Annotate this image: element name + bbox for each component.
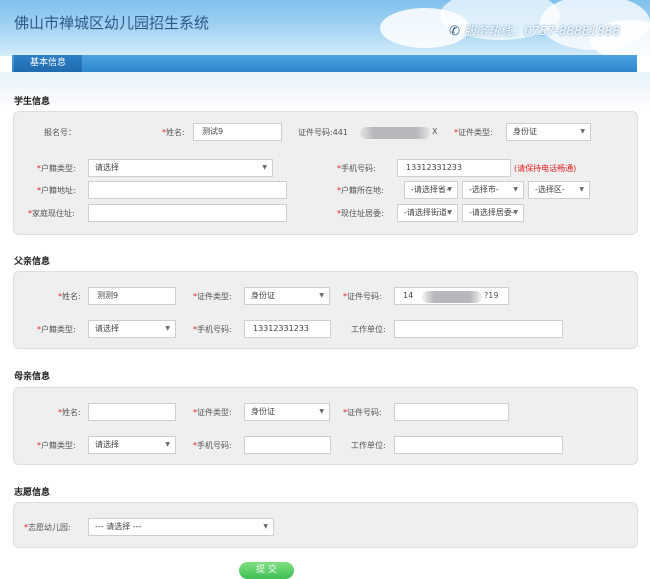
father-id-type-select[interactable]: 身份证 ▼ [244, 287, 330, 305]
hotline: ✆ 服务热线：0757-88881888 [449, 22, 620, 39]
student-phone-label: *手机号码: [337, 164, 376, 173]
mother-employer-input[interactable] [394, 436, 563, 454]
mother-name-input[interactable] [88, 403, 176, 421]
student-hukou-type-label: *户籍类型: [37, 164, 76, 173]
chevron-down-icon: ▼ [513, 209, 518, 216]
student-id-type-label: *证件类型: [454, 128, 493, 137]
phone-icon: ✆ [449, 24, 461, 39]
father-employer-input[interactable] [394, 320, 563, 338]
student-home-addr-label: *家庭现住址: [28, 209, 75, 218]
redacted-blur [422, 291, 482, 303]
wish-panel: *志愿幼儿园: --- 请选择 --- ▼ [13, 502, 638, 548]
father-hukou-type-label: *户籍类型: [37, 325, 76, 334]
student-section-title: 学生信息 [14, 97, 51, 107]
chevron-down-icon: ▼ [579, 186, 584, 193]
father-name-input[interactable]: 测测9 [88, 287, 176, 305]
chevron-down-icon: ▼ [165, 441, 170, 448]
student-phone-input[interactable]: 13312331233 [397, 159, 511, 177]
father-phone-input[interactable]: 13312331233 [244, 320, 331, 338]
tab-bar: 基本信息 [12, 55, 637, 72]
father-panel: *姓名: 测测9 *证件类型: 身份证 ▼ *证件号码: 14 ?19 *户籍类型… [13, 271, 638, 349]
kindergarten-select[interactable]: --- 请选择 --- ▼ [88, 518, 274, 536]
district-select[interactable]: -选择区- ▼ [528, 181, 590, 199]
father-id-no-suffix: ?19 [484, 291, 499, 300]
mother-employer-label: 工作单位: [351, 441, 386, 450]
mother-id-type-label: *证件类型: [193, 408, 232, 417]
redacted-blur [360, 127, 430, 139]
mother-id-no-input[interactable] [394, 403, 509, 421]
reg-no-label: 报名号： [44, 128, 76, 137]
mother-id-type-select[interactable]: 身份证 ▼ [244, 403, 330, 421]
father-phone-label: *手机号码: [193, 325, 232, 334]
student-residence-label: *现住址居委: [337, 209, 384, 218]
mother-hukou-type-label: *户籍类型: [37, 441, 76, 450]
mother-hukou-type-select[interactable]: 请选择 ▼ [88, 436, 176, 454]
phone-note: (请保持电话畅通) [514, 164, 577, 173]
hotline-text: 服务热线：0757-88881888 [464, 24, 620, 38]
chevron-down-icon: ▼ [262, 164, 267, 171]
mother-panel: *姓名: *证件类型: 身份证 ▼ *证件号码: *户籍类型: 请选择 ▼ *手机号… [13, 387, 638, 465]
site-title: 佛山市禅城区幼儿园招生系统 [14, 14, 210, 32]
tab-basic-info[interactable]: 基本信息 [14, 55, 82, 72]
student-panel: 报名号： *姓名: 测试9 证件号码:441 X *证件类型: 身份证 ▼ *户籍… [13, 111, 638, 235]
chevron-down-icon: ▼ [513, 186, 518, 193]
student-id-no-suffix: X [432, 127, 438, 136]
student-name-label: *姓名: [162, 128, 185, 137]
father-hukou-type-select[interactable]: 请选择 ▼ [88, 320, 176, 338]
student-id-type-select[interactable]: 身份证 ▼ [506, 123, 591, 141]
residence-street-select[interactable]: -请选择街道- ▼ [397, 204, 458, 222]
student-id-no: 证件号码:441 [298, 128, 348, 137]
residence-committee-select[interactable]: -请选择居委- ▼ [462, 204, 524, 222]
header-banner: 佛山市禅城区幼儿园招生系统 ✆ 服务热线：0757-88881888 [0, 0, 650, 56]
chevron-down-icon: ▼ [580, 128, 585, 135]
wish-section-title: 志愿信息 [14, 488, 51, 498]
mother-id-no-label: *证件号码: [343, 408, 382, 417]
student-name-input[interactable]: 测试9 [193, 123, 282, 141]
student-home-addr-input[interactable] [88, 204, 287, 222]
city-select[interactable]: -选择市- ▼ [462, 181, 524, 199]
father-employer-label: 工作单位: [351, 325, 386, 334]
province-select[interactable]: -请选择省- ▼ [404, 181, 458, 199]
kindergarten-label: *志愿幼儿园: [24, 523, 71, 532]
banner-fade [0, 72, 650, 112]
chevron-down-icon: ▼ [263, 523, 268, 530]
mother-name-label: *姓名: [58, 408, 81, 417]
submit-button[interactable]: 提 交 [239, 562, 294, 579]
father-name-label: *姓名: [58, 292, 81, 301]
mother-phone-input[interactable] [244, 436, 331, 454]
student-hukou-type-select[interactable]: 请选择 ▼ [88, 159, 273, 177]
chevron-down-icon: ▼ [447, 209, 452, 216]
student-hukou-addr-input[interactable] [88, 181, 287, 199]
chevron-down-icon: ▼ [319, 408, 324, 415]
chevron-down-icon: ▼ [447, 186, 452, 193]
mother-section-title: 母亲信息 [14, 372, 51, 382]
student-hukou-addr-label: *户籍地址: [37, 186, 76, 195]
chevron-down-icon: ▼ [319, 292, 324, 299]
father-id-type-label: *证件类型: [193, 292, 232, 301]
student-hukou-loc-label: *户籍所在地: [337, 186, 384, 195]
father-id-no-label: *证件号码: [343, 292, 382, 301]
mother-phone-label: *手机号码: [193, 441, 232, 450]
chevron-down-icon: ▼ [165, 325, 170, 332]
father-section-title: 父亲信息 [14, 257, 51, 267]
